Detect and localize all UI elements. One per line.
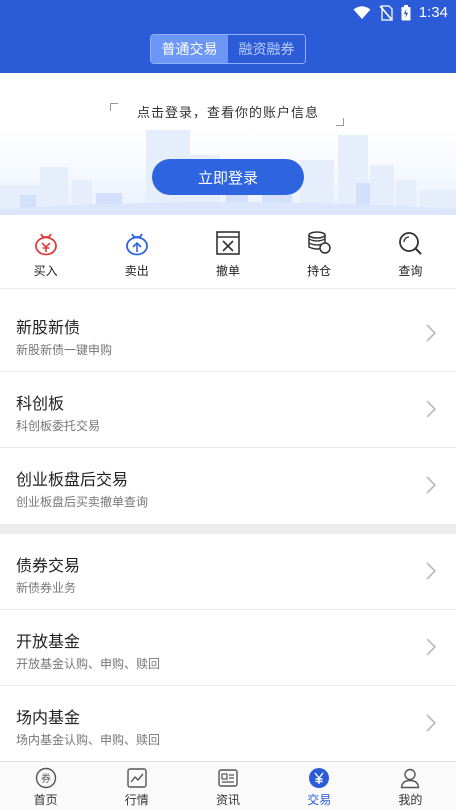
tab-profile[interactable]: 我的: [365, 762, 456, 810]
section-gap: [0, 524, 456, 534]
action-buy[interactable]: 买入: [0, 224, 91, 286]
no-sim-icon: [379, 4, 393, 21]
action-sell[interactable]: 卖出: [91, 224, 182, 286]
login-prompt[interactable]: 点击登录，查看你的账户信息: [110, 101, 346, 127]
holdings-icon: [308, 231, 331, 254]
login-button[interactable]: 立即登录: [152, 159, 304, 195]
status-time: 1:34: [418, 4, 448, 21]
tab-news[interactable]: 资讯: [182, 762, 273, 810]
sell-icon: [125, 233, 148, 256]
bracket-decoration: [336, 118, 344, 126]
menu-item-chinext-after-hours[interactable]: 创业板盘后交易 创业板盘后买卖撤单查询: [0, 448, 456, 524]
tab-label: 资讯: [216, 793, 241, 807]
menu-item-star-market[interactable]: 科创板 科创板委托交易: [0, 372, 456, 448]
action-label: 查询: [398, 264, 423, 278]
chevron-right-icon: [426, 476, 436, 494]
menu-item-bond-trading[interactable]: 债券交易 新债券业务: [0, 534, 456, 610]
menu-item-exchange-fund[interactable]: 场内基金 场内基金认购、申购、赎回: [0, 686, 456, 762]
bottom-tab-bar: 券 首页 行情 资讯 交易 我的: [0, 761, 456, 810]
menu-item-open-fund[interactable]: 开放基金 开放基金认购、申购、赎回: [0, 610, 456, 686]
header: 1:34 普通交易 融资融券: [0, 0, 456, 73]
chevron-right-icon: [426, 638, 436, 656]
menu-item-title: 场内基金: [16, 708, 81, 727]
status-bar: 1:34: [0, 0, 456, 26]
action-label: 撤单: [215, 264, 240, 278]
quick-actions: 买入 卖出 撤单 持仓 查询: [0, 224, 456, 286]
menu-item-title: 开放基金: [16, 632, 81, 651]
menu-item-subtitle: 科创板委托交易: [16, 419, 101, 433]
search-icon: [399, 232, 423, 255]
tab-label: 我的: [398, 793, 423, 807]
segment-margin-trade[interactable]: 融资融券: [228, 35, 305, 63]
svg-text:券: 券: [41, 772, 51, 785]
tab-home[interactable]: 券 首页: [0, 762, 91, 810]
chevron-right-icon: [426, 324, 436, 342]
news-icon: [218, 769, 238, 787]
action-label: 持仓: [307, 264, 332, 278]
action-label: 卖出: [124, 264, 149, 278]
menu-item-title: 科创板: [16, 394, 65, 413]
menu-item-subtitle: 创业板盘后买卖撤单查询: [16, 495, 149, 509]
action-cancel-order[interactable]: 撤单: [182, 224, 273, 286]
login-banner: 点击登录，查看你的账户信息 立即登录: [0, 73, 456, 215]
tab-trade[interactable]: 交易: [274, 762, 365, 810]
tab-label: 行情: [124, 793, 149, 807]
tab-label: 交易: [307, 793, 332, 807]
profile-icon: [401, 768, 420, 789]
menu-item-subtitle: 新债券业务: [16, 581, 77, 595]
menu-item-subtitle: 场内基金认购、申购、赎回: [16, 733, 161, 747]
menu-item-ipo[interactable]: 新股新债 新股新债一键申购: [0, 296, 456, 372]
tab-market[interactable]: 行情: [91, 762, 182, 810]
menu-item-title: 债券交易: [16, 556, 81, 575]
buy-icon: [34, 233, 57, 256]
menu-item-title: 新股新债: [16, 318, 81, 337]
yuan-icon: [309, 768, 330, 788]
tab-label: 首页: [33, 793, 58, 807]
trade-menu-list: 新股新债 新股新债一键申购 科创板 科创板委托交易 创业板盘后交易 创业板盘后买…: [0, 296, 456, 762]
chevron-right-icon: [426, 562, 436, 580]
chevron-right-icon: [426, 400, 436, 418]
wifi-icon: [353, 5, 371, 19]
segment-normal-trade[interactable]: 普通交易: [151, 35, 228, 63]
home-coupon-icon: 券: [35, 767, 56, 789]
battery-icon: [401, 4, 411, 20]
cancel-order-icon: [216, 231, 240, 255]
trade-type-segment: 普通交易 融资融券: [150, 34, 306, 64]
menu-item-subtitle: 开放基金认购、申购、赎回: [16, 657, 161, 671]
menu-item-title: 创业板盘后交易: [16, 470, 129, 489]
divider: [0, 288, 456, 289]
menu-item-subtitle: 新股新债一键申购: [16, 343, 113, 357]
chevron-right-icon: [426, 714, 436, 732]
action-holdings[interactable]: 持仓: [274, 224, 365, 286]
action-label: 买入: [33, 264, 58, 278]
market-chart-icon: [127, 768, 147, 788]
action-query[interactable]: 查询: [365, 224, 456, 286]
